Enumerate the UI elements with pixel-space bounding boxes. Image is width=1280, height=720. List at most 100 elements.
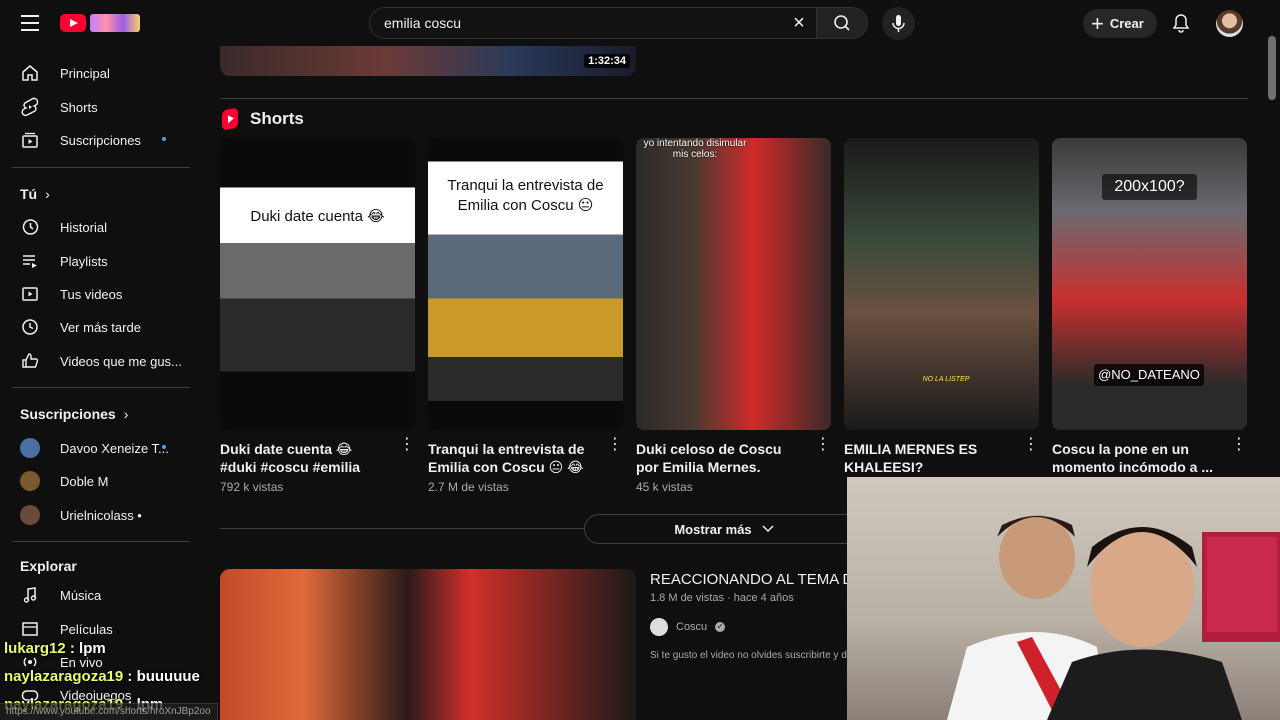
you-section-heading[interactable]: Tú › (20, 186, 50, 202)
short-title[interactable]: EMILIA MERNES ES KHALEESI? (844, 440, 1014, 476)
chat-text: : buuuuue (127, 668, 200, 685)
video-description: Si te gusto el video no olvides suscribi… (650, 650, 847, 661)
sidebar-item-historial[interactable]: Historial (12, 210, 190, 244)
page-scrollbar[interactable] (1268, 36, 1276, 100)
short-card[interactable]: Tranqui la entrevista de Emilia con Cosc… (428, 138, 623, 494)
subscriptions-heading-label: Suscripciones (20, 406, 116, 422)
youtube-logo[interactable] (60, 12, 142, 34)
video-thumbnail[interactable] (220, 569, 636, 720)
subscriptions-section-heading[interactable]: Suscripciones › (20, 406, 128, 422)
channel-avatar (20, 438, 40, 458)
short-thumbnail[interactable]: 200x100? @NO_DATEANO (1052, 138, 1247, 430)
channel-name[interactable]: Coscu (676, 621, 707, 633)
top-bar: × + Crear (0, 0, 1280, 46)
home-icon (22, 65, 38, 81)
sidebar-item-principal[interactable]: Principal (12, 56, 190, 90)
status-bar-url: https://www.youtube.com/shorts/hroXnJBp2… (0, 703, 218, 720)
search-input[interactable] (384, 8, 764, 38)
short-thumbnail[interactable]: Tranqui la entrevista de Emilia con Cosc… (428, 138, 623, 430)
video-channel[interactable]: Coscu ✓ (650, 617, 726, 637)
sidebar-item-label: Películas (60, 621, 113, 637)
short-caption: Tranqui la entrevista de Emilia con Cosc… (447, 177, 604, 214)
more-actions-icon[interactable]: ⋮ (1231, 437, 1247, 458)
sidebar-item-shorts[interactable]: Shorts (12, 90, 190, 124)
short-card[interactable]: yo intentando disimular mis celos: Duki … (636, 138, 831, 494)
short-thumbnail[interactable]: Duki date cuenta 😂 (220, 138, 415, 430)
chevron-right-icon: › (45, 186, 50, 202)
sidebar-divider (12, 167, 190, 168)
voice-search-button[interactable] (882, 7, 915, 40)
more-actions-icon[interactable]: ⋮ (815, 437, 831, 458)
short-caption-secondary: @NO_DATEANO (1094, 364, 1204, 386)
your-videos-icon (22, 287, 38, 301)
new-content-dot (162, 445, 166, 449)
show-more-label: Mostrar más (674, 521, 752, 537)
more-actions-icon[interactable]: ⋮ (399, 437, 415, 458)
short-views: 2.7 M de vistas (428, 480, 509, 494)
short-caption: Duki date cuenta 😂 (250, 208, 385, 225)
notifications-bell-icon[interactable] (1170, 12, 1192, 34)
show-more-button[interactable]: Mostrar más (584, 514, 864, 544)
chevron-down-icon (762, 525, 774, 533)
shorts-icon (21, 97, 39, 117)
sidebar-item-playlists[interactable]: Playlists (12, 244, 190, 278)
short-card[interactable]: 200x100? @NO_DATEANO Coscu la pone en un… (1052, 138, 1247, 480)
menu-icon[interactable] (18, 12, 42, 34)
channel-avatar (20, 505, 40, 525)
chevron-right-icon: › (123, 406, 129, 422)
search-button[interactable] (816, 7, 868, 39)
sidebar-sub-urielnicolass[interactable]: Urielnicolass • (12, 498, 190, 532)
clear-search-icon[interactable]: × (790, 13, 808, 33)
channel-avatar[interactable] (650, 618, 668, 636)
section-divider (220, 98, 1248, 99)
sidebar-item-ver-mas-tarde[interactable]: Ver más tarde (12, 310, 190, 344)
short-caption: 200x100? (1102, 174, 1197, 200)
sidebar-item-label: Videos que me gus... (60, 353, 182, 369)
sidebar-item-label: Davoo Xeneize T... (60, 440, 169, 456)
explore-section-heading: Explorar (20, 558, 77, 574)
short-title[interactable]: Duki date cuenta 😂 #duki #coscu #emilia (220, 440, 390, 476)
sidebar-sub-doble-m[interactable]: Doble M (12, 464, 190, 498)
like-icon (22, 353, 39, 368)
sidebar-item-label: Suscripciones (60, 132, 141, 148)
verified-icon: ✓ (715, 622, 726, 632)
chat-message: naylazaragoza19 : buuuuue (4, 668, 200, 685)
short-card[interactable]: NO LA LISTEP EMILIA MERNES ES KHALEESI? … (844, 138, 1039, 480)
history-icon (22, 219, 39, 235)
short-thumbnail[interactable]: yo intentando disimular mis celos: (636, 138, 831, 430)
search-icon (834, 15, 850, 31)
webcam-overlay (847, 477, 1280, 720)
more-actions-icon[interactable]: ⋮ (607, 437, 623, 458)
sidebar-item-label: Ver más tarde (60, 319, 141, 335)
video-title[interactable]: REACCIONANDO AL TEMA DE (650, 571, 850, 588)
previous-video-thumbnail[interactable]: 1:32:34 (220, 46, 636, 76)
short-thumbnail[interactable]: NO LA LISTEP (844, 138, 1039, 430)
music-icon (23, 587, 37, 603)
sidebar-item-label: Urielnicolass • (60, 507, 142, 523)
sidebar-item-tus-videos[interactable]: Tus videos (12, 277, 190, 311)
video-meta: 1.8 M de vistas · hace 4 años (650, 592, 794, 604)
plus-icon: + (1091, 10, 1104, 36)
more-actions-icon[interactable]: ⋮ (1023, 437, 1039, 458)
sidebar-item-label: Doble M (60, 473, 109, 489)
microphone-icon (892, 15, 905, 32)
sidebar-item-label: Historial (60, 219, 107, 235)
short-title[interactable]: Tranqui la entrevista de Emilia con Cosc… (428, 440, 598, 476)
short-card[interactable]: Duki date cuenta 😂 Duki date cuenta 😂 #d… (220, 138, 415, 494)
shorts-shelf-header: Shorts (222, 107, 304, 131)
sidebar-item-suscripciones[interactable]: Suscripciones (12, 123, 190, 157)
short-title[interactable]: Duki celoso de Coscu por Emilia Mernes. (636, 440, 806, 476)
subscriptions-icon (22, 132, 38, 148)
short-title[interactable]: Coscu la pone en un momento incómodo a .… (1052, 440, 1222, 476)
sidebar-item-musica[interactable]: Música (12, 578, 190, 612)
create-button[interactable]: + Crear (1083, 9, 1157, 38)
chat-username: naylazaragoza19 (4, 668, 124, 685)
youtube-play-icon (60, 14, 86, 32)
account-avatar[interactable] (1216, 10, 1243, 37)
sidebar-sub-davoo[interactable]: Davoo Xeneize T... (12, 431, 190, 465)
short-caption: yo intentando disimular mis celos: (643, 138, 747, 160)
playlists-icon (23, 255, 37, 268)
sidebar-item-label: Playlists (60, 253, 108, 269)
sidebar-item-liked-videos[interactable]: Videos que me gus... (12, 344, 190, 378)
sidebar-divider (12, 387, 190, 388)
